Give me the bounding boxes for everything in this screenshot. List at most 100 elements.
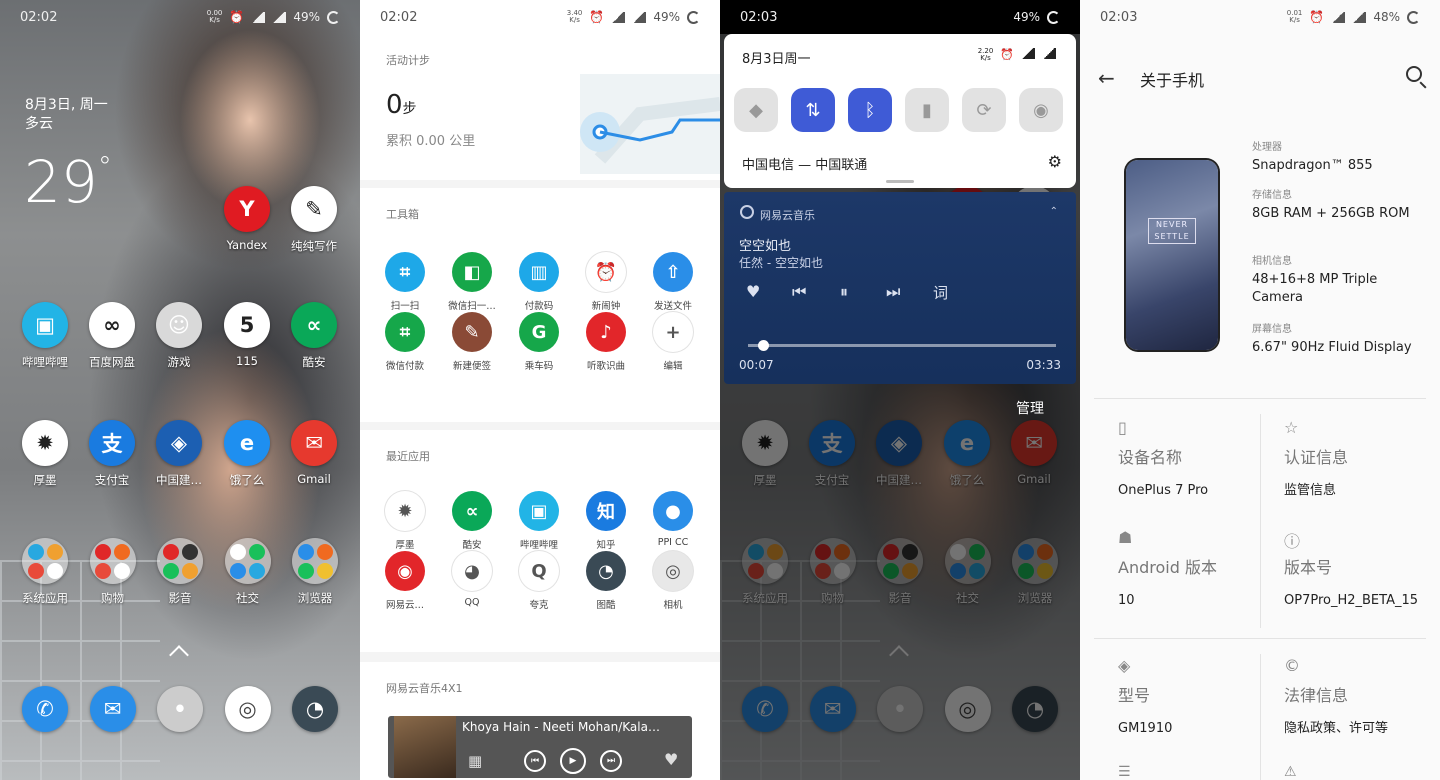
folder-icon: • [157,686,203,732]
recent-app-item[interactable]: ∝ 酷安 [440,491,504,551]
heart-icon[interactable]: ♥ [664,750,678,769]
pause-icon[interactable]: ⏸ [840,282,848,302]
drag-handle[interactable] [886,180,914,183]
divider [1094,638,1426,639]
dock-chrome[interactable]: ◎ [215,686,281,738]
tool-item[interactable]: G 乘车码 [507,312,571,372]
certification-item[interactable]: ☆ 认证信息 监管信息 [1284,418,1434,500]
recent-app-icon: Q [519,551,559,591]
auto-rotate-icon[interactable]: ⟳ [962,88,1006,132]
app-baidu-netdisk[interactable]: ∞ 百度网盘 [79,302,145,370]
steps-card[interactable]: 活动计步 0步 累积 0.00 公里 [360,34,720,180]
legal-info-item[interactable]: © 法律信息 隐私政策、许可等 [1284,656,1434,738]
signal-4g-icon [1042,48,1056,59]
progress-knob[interactable] [758,340,770,351]
folder[interactable]: 社交 [215,538,281,606]
recent-app-item[interactable]: ✹ 厚墨 [373,491,437,551]
next-icon[interactable]: ⏭ [600,750,622,772]
qs-date[interactable]: 8月3日周一 [742,48,811,67]
wifi-icon[interactable]: ◆ [734,88,778,132]
never-settle-logo: NEVER SETTLE [1148,218,1196,244]
back-arrow-icon[interactable]: ← [1098,66,1115,90]
app-label: 百度网盘 [89,355,135,369]
folder[interactable]: 影音 [147,538,213,606]
app-yandex[interactable]: Y Yandex [214,186,280,252]
dock-camera-app[interactable]: ◔ [282,686,348,738]
folder[interactable]: 系统应用 [12,538,78,606]
previous-icon[interactable]: ⏮ [792,282,806,302]
flashlight-icon[interactable]: ▮ [905,88,949,132]
app-115[interactable]: 5 115 [214,302,280,368]
folder[interactable]: 购物 [80,538,146,606]
app-eleme[interactable]: e 饿了么 [214,420,280,488]
screen-record-icon[interactable]: ◉ [1019,88,1063,132]
app-gmail[interactable]: ✉ Gmail [281,420,347,486]
weather-condition: 多云 [25,116,53,132]
android-version-item[interactable]: ☗ Android 版本 10 [1118,528,1268,610]
app-typewriter[interactable]: ✎ 纯纯写作 [281,186,347,254]
dock-folder[interactable]: • [147,686,213,738]
lyrics-button[interactable]: 词 [933,282,948,303]
recent-app-item[interactable]: ◕ QQ [440,551,504,608]
status-time: 02:02 [380,9,418,25]
dock-phone[interactable]: ✆ [12,686,78,738]
manage-button[interactable]: 管理 [1016,398,1044,418]
recent-app-item[interactable]: 知知乎 [574,491,638,551]
recent-app-item[interactable]: ▣ 哔哩哔哩 [507,491,571,551]
tool-item[interactable]: ◧ 微信扫一… [440,252,504,312]
next-icon[interactable]: ⏭ [886,282,900,302]
heart-icon[interactable]: ♥ [746,282,760,301]
app-label: 饿了么 [229,473,265,487]
spec-value: Snapdragon™ 855 [1252,158,1373,173]
app-label: 厚墨 [33,473,57,487]
recent-app-item[interactable]: ◉ 网易云… [373,551,437,611]
dock-messages[interactable]: ✉ [80,686,146,738]
play-icon[interactable]: ▶ [560,748,586,774]
music-widget[interactable]: Khoya Hain - Neeti Mohan/Kala… ▦ ⏮ ▶ ⏭ ♥ [388,716,692,778]
app-games-folder[interactable]: ☺ 游戏 [146,302,212,370]
device-name-item[interactable]: ▯ 设备名称 OnePlus 7 Pro [1118,418,1268,500]
tool-item[interactable]: ✎ 新建便签 [440,312,504,372]
model-item[interactable]: ◈ 型号 GM1910 [1118,656,1268,738]
app-alipay[interactable]: 支支付宝 [79,420,145,488]
folder[interactable]: 浏览器 [282,538,348,606]
alarm-icon: ⏰ [1309,10,1325,24]
recent-app-item[interactable]: Q 夸克 [507,551,571,611]
games-folder-icon: ☺ [156,302,202,348]
copyright-icon: © [1284,656,1300,675]
tool-item[interactable]: ⏰ 新闹钟 [574,252,638,312]
recent-app-item[interactable]: ◎ 相机 [641,551,705,611]
app-ccb[interactable]: ◈ 中国建… [146,420,212,488]
tool-item[interactable]: ♪ 听歌识曲 [574,312,638,372]
temperature[interactable]: 29° [24,148,112,216]
music-notification[interactable]: 网易云音乐 ⌃ 空空如也 任然 - 空空如也 ♥ ⏮ ⏸ ⏭ 词 00:07 0… [724,192,1076,384]
phone-image: NEVER SETTLE [1126,160,1218,350]
tool-item[interactable]: ⌗ 扫一扫 [373,252,437,312]
weather-widget[interactable]: 8月3日, 周一 多云 [25,96,108,134]
tool-icon: ◧ [452,252,492,292]
tool-icon: ⌗ [385,312,425,352]
search-icon[interactable] [1406,66,1422,82]
build-number-item[interactable]: ⓘ 版本号 OP7Pro_H2_BETA_15 [1284,528,1434,610]
progress-bar[interactable] [748,340,1056,351]
gear-icon[interactable]: ⚙ [1048,152,1062,171]
tool-item[interactable]: ⇧ 发送文件 [641,252,705,312]
previous-icon[interactable]: ⏮ [524,750,546,772]
tool-item[interactable]: + 编辑 [641,312,705,372]
bluetooth-icon[interactable]: ᛒ [848,88,892,132]
tool-item[interactable]: ▥ 付款码 [507,252,571,312]
mobile-data-icon[interactable]: ⇅ [791,88,835,132]
app-label: Yandex [226,238,268,252]
tool-item[interactable]: ⌗ 微信付款 [373,312,437,372]
phone-outline-icon: ▯ [1118,418,1127,437]
network-speed-icon: 2.20 K/s [977,47,994,62]
grid-icon[interactable]: ▦ [468,752,482,770]
chevron-up-icon[interactable]: ⌃ [1050,206,1058,217]
app-coolapk[interactable]: ∝ 酷安 [281,302,347,370]
battery-percent: 49% [653,10,680,24]
recent-app-item[interactable]: ◔ 图酷 [574,551,638,611]
recent-app-item[interactable]: ● PPI CC [641,491,705,548]
app-bilibili[interactable]: ▣ 哔哩哔哩 [12,302,78,370]
app-houmo[interactable]: ✹ 厚墨 [12,420,78,488]
recent-app-label: 厚墨 [395,540,415,551]
